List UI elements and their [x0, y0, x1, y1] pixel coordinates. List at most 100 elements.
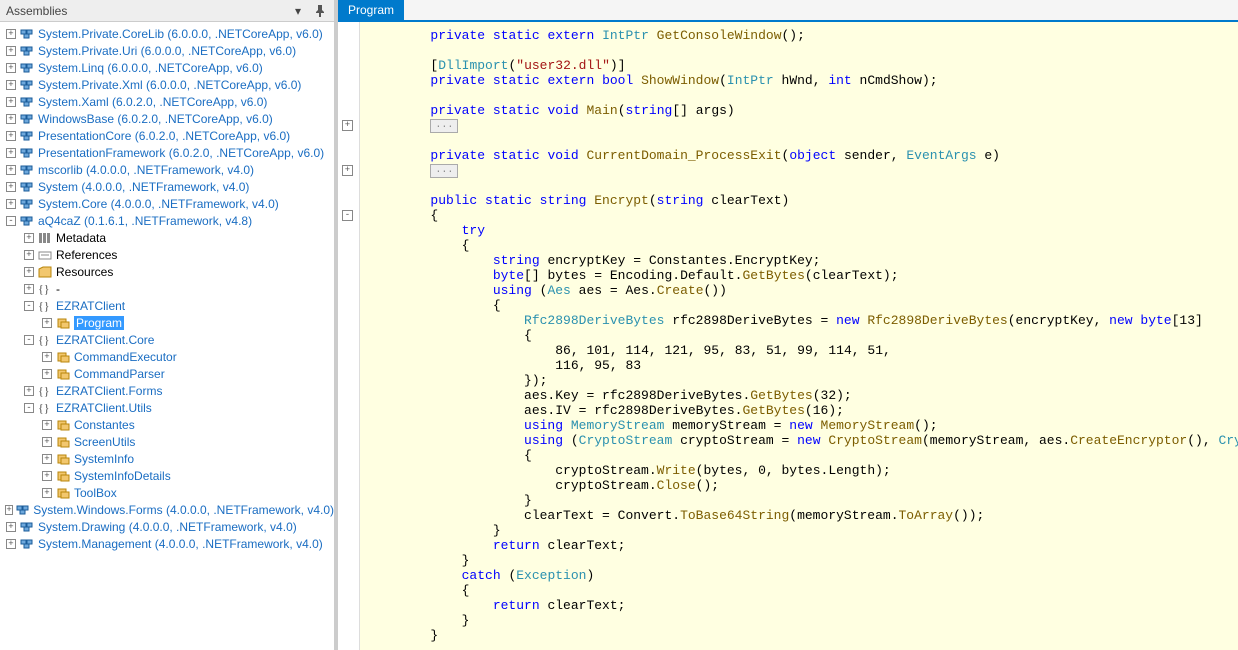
tree-item[interactable]: +System.Linq (6.0.0.0, .NETCoreApp, v6.0…	[0, 59, 334, 76]
asm-icon	[19, 61, 35, 75]
svg-text:{}: {}	[38, 402, 50, 414]
expand-icon[interactable]: +	[42, 454, 52, 464]
expand-icon[interactable]: +	[24, 386, 34, 396]
ns-icon: {}	[37, 384, 53, 398]
expand-icon[interactable]: +	[6, 114, 16, 124]
dropdown-icon[interactable]: ▾	[290, 3, 306, 19]
tree-item[interactable]: + System.Xaml (6.0.2.0, .NETCoreApp, v6.0…	[0, 93, 334, 110]
expand-icon[interactable]: +	[24, 250, 34, 260]
tree-item-label: Program	[74, 316, 124, 330]
expand-icon[interactable]: +	[6, 165, 16, 175]
tree-item-label: CommandExecutor	[74, 350, 177, 364]
tree-item-label: System.Xaml (6.0.2.0, .NETCoreApp, v6.0)	[38, 95, 267, 109]
expand-icon[interactable]: +	[6, 46, 16, 56]
tree-item[interactable]: + CommandExecutor	[0, 348, 334, 365]
tree-item[interactable]: -{} EZRATClient.Utils	[0, 399, 334, 416]
fold-expand-icon[interactable]: +	[342, 120, 353, 131]
asm-icon	[19, 95, 35, 109]
tree-item-label: EZRATClient	[56, 299, 125, 313]
tab-program[interactable]: Program	[338, 0, 404, 20]
expand-icon[interactable]: +	[42, 318, 52, 328]
tree-item[interactable]: + Resources	[0, 263, 334, 280]
tree-item-label: Metadata	[56, 231, 106, 245]
tree-item[interactable]: +CommandParser	[0, 365, 334, 382]
pin-icon[interactable]	[312, 3, 328, 19]
tree-item-label: EZRATClient.Forms	[56, 384, 162, 398]
tree-item[interactable]: + Program	[0, 314, 334, 331]
tree-item[interactable]: + WindowsBase (6.0.2.0, .NETCoreApp, v6.0…	[0, 110, 334, 127]
expand-icon[interactable]: +	[6, 182, 16, 192]
expand-icon[interactable]: +	[42, 420, 52, 430]
tree-item[interactable]: + mscorlib (4.0.0.0, .NETFramework, v4.0)	[0, 161, 334, 178]
expand-icon[interactable]: +	[6, 63, 16, 73]
expand-icon[interactable]: +	[6, 97, 16, 107]
expand-icon[interactable]: +	[42, 437, 52, 447]
code-editor[interactable]: + + - private static extern IntPtr GetCons…	[338, 22, 1238, 650]
expand-icon[interactable]: +	[42, 369, 52, 379]
tree-item[interactable]: +System.Private.CoreLib (6.0.0.0, .NETCo…	[0, 25, 334, 42]
fold-collapse-icon[interactable]: -	[342, 210, 353, 221]
expand-icon[interactable]: +	[5, 505, 13, 515]
tree-item[interactable]: -{}EZRATClient	[0, 297, 334, 314]
tree-item-label: aQ4caZ (0.1.6.1, .NETFramework, v4.8)	[38, 214, 252, 228]
tree-item[interactable]: +System.Management (4.0.0.0, .NETFramewo…	[0, 535, 334, 552]
tree-item[interactable]: +PresentationCore (6.0.2.0, .NETCoreApp,…	[0, 127, 334, 144]
assemblies-panel-header: Assemblies ▾	[0, 0, 334, 22]
collapsed-block[interactable]: ...	[430, 119, 458, 133]
expand-icon[interactable]: +	[6, 522, 16, 532]
expand-icon[interactable]: +	[42, 352, 52, 362]
tree-item[interactable]: +System.Drawing (4.0.0.0, .NETFramework,…	[0, 518, 334, 535]
tree-item[interactable]: + System (4.0.0.0, .NETFramework, v4.0)	[0, 178, 334, 195]
expand-icon[interactable]: +	[42, 471, 52, 481]
expand-icon[interactable]: +	[24, 284, 34, 294]
tree-item[interactable]: -{}EZRATClient.Core	[0, 331, 334, 348]
cls-icon	[55, 486, 71, 500]
fold-expand-icon[interactable]: +	[342, 165, 353, 176]
assembly-tree[interactable]: +System.Private.CoreLib (6.0.0.0, .NETCo…	[0, 22, 334, 650]
collapse-icon[interactable]: -	[24, 403, 34, 413]
tree-item[interactable]: +ToolBox	[0, 484, 334, 501]
tree-item-label: WindowsBase (6.0.2.0, .NETCoreApp, v6.0)	[38, 112, 273, 126]
collapse-icon[interactable]: -	[6, 216, 16, 226]
collapse-icon[interactable]: -	[24, 301, 34, 311]
expand-icon[interactable]: +	[6, 148, 16, 158]
tree-item[interactable]: +{}EZRATClient.Forms	[0, 382, 334, 399]
tree-item[interactable]: +PresentationFramework (6.0.2.0, .NETCor…	[0, 144, 334, 161]
tree-item[interactable]: +System.Core (4.0.0.0, .NETFramework, v4…	[0, 195, 334, 212]
tree-item[interactable]: + Metadata	[0, 229, 334, 246]
assemblies-panel-title: Assemblies	[6, 4, 67, 18]
tree-item[interactable]: +Constantes	[0, 416, 334, 433]
expand-icon[interactable]: +	[42, 488, 52, 498]
expand-icon[interactable]: +	[6, 199, 16, 209]
tree-item[interactable]: +{}-	[0, 280, 334, 297]
tree-item[interactable]: +SystemInfoDetails	[0, 467, 334, 484]
tree-item[interactable]: +References	[0, 246, 334, 263]
tree-item[interactable]: + ScreenUtils	[0, 433, 334, 450]
tree-item-label: ScreenUtils	[74, 435, 135, 449]
editor-tabs: Program	[338, 0, 1238, 22]
code-content[interactable]: private static extern IntPtr GetConsoleW…	[360, 22, 1238, 650]
expand-icon[interactable]: +	[6, 131, 16, 141]
cls-icon	[55, 350, 71, 364]
asm-icon	[19, 129, 35, 143]
asm-icon	[19, 146, 35, 160]
tree-item-label: mscorlib (4.0.0.0, .NETFramework, v4.0)	[38, 163, 254, 177]
tree-item[interactable]: +System.Windows.Forms (4.0.0.0, .NETFram…	[0, 501, 334, 518]
tree-item[interactable]: +System.Private.Uri (6.0.0.0, .NETCoreAp…	[0, 42, 334, 59]
tree-item-label: Resources	[56, 265, 113, 279]
expand-icon[interactable]: +	[6, 29, 16, 39]
tree-item[interactable]: - aQ4caZ (0.1.6.1, .NETFramework, v4.8)	[0, 212, 334, 229]
expand-icon[interactable]: +	[6, 539, 16, 549]
asm-icon	[19, 78, 35, 92]
collapse-icon[interactable]: -	[24, 335, 34, 345]
collapsed-block[interactable]: ...	[430, 164, 458, 178]
cls-icon	[55, 418, 71, 432]
expand-icon[interactable]: +	[6, 80, 16, 90]
ns-icon: {}	[37, 401, 53, 415]
tree-item[interactable]: +System.Private.Xml (6.0.0.0, .NETCoreAp…	[0, 76, 334, 93]
tree-item[interactable]: +SystemInfo	[0, 450, 334, 467]
tree-item-label: EZRATClient.Utils	[56, 401, 152, 415]
expand-icon[interactable]: +	[24, 233, 34, 243]
tree-item-label: System (4.0.0.0, .NETFramework, v4.0)	[38, 180, 249, 194]
expand-icon[interactable]: +	[24, 267, 34, 277]
